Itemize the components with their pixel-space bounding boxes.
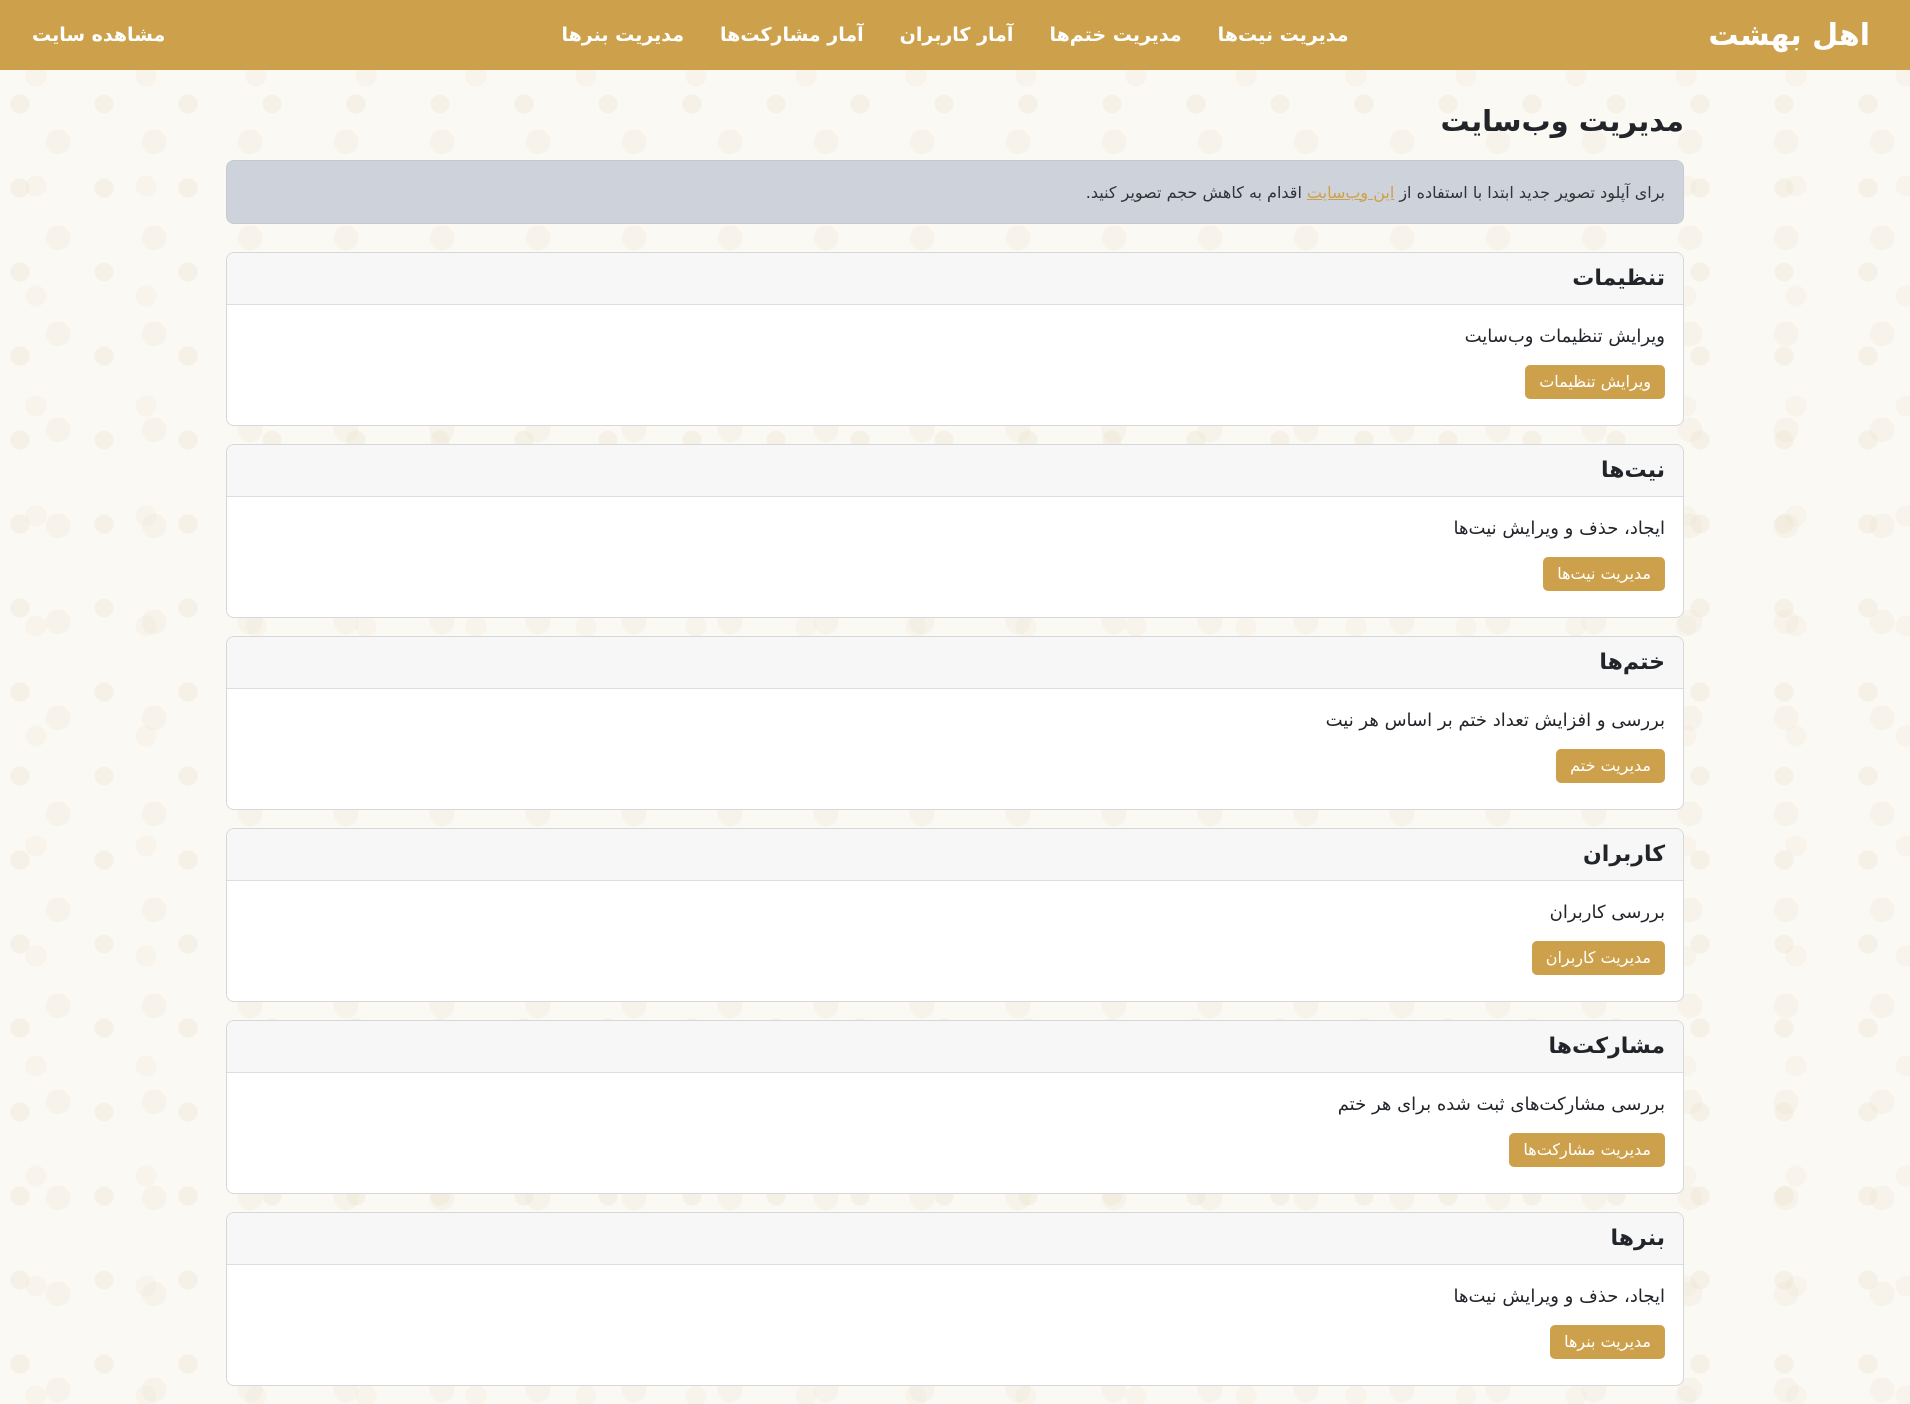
nav-link-banners-management[interactable]: مدیریت بنرها [561, 24, 684, 46]
khatms-card: ختم‌ها بررسی و افزایش تعداد ختم بر اساس … [226, 636, 1684, 810]
manage-banners-button[interactable]: مدیریت بنرها [1550, 1325, 1665, 1359]
nav-link-participation-stats[interactable]: آمار مشارکت‌ها [720, 24, 864, 46]
card-description: ایجاد، حذف و ویرایش نیت‌ها [1453, 518, 1665, 539]
participations-card: مشارکت‌ها بررسی مشارکت‌های ثبت شده برای … [226, 1020, 1684, 1194]
intentions-card: نیت‌ها ایجاد، حذف و ویرایش نیت‌ها مدیریت… [226, 444, 1684, 618]
card-header: تنظیمات [227, 253, 1683, 305]
nav-links: مدیریت نیت‌ها مدیریت ختم‌ها آمار کاربران… [561, 24, 1348, 46]
image-compression-link[interactable]: این وب‌سایت [1307, 183, 1394, 202]
card-header: مشارکت‌ها [227, 1021, 1683, 1073]
card-body: بررسی مشارکت‌های ثبت شده برای هر ختم مدی… [227, 1073, 1683, 1193]
card-body: بررسی و افزایش تعداد ختم بر اساس هر نیت … [227, 689, 1683, 809]
manage-users-button[interactable]: مدیریت کاربران [1531, 941, 1665, 975]
card-body: ایجاد، حذف و ویرایش نیت‌ها مدیریت نیت‌ها [227, 497, 1683, 617]
nav-link-khatm-management[interactable]: مدیریت ختم‌ها [1049, 24, 1181, 46]
edit-settings-button[interactable]: ویرایش تنظیمات [1525, 365, 1665, 399]
view-site-link[interactable]: مشاهده سایت [32, 24, 165, 46]
card-header: ختم‌ها [227, 637, 1683, 689]
main-content: مدیریت وب‌سایت برای آپلود تصویر جدید ابت… [226, 70, 1684, 1404]
manage-khatm-button[interactable]: مدیریت ختم [1556, 749, 1665, 783]
alert-text-after: اقدام به کاهش حجم تصویر کنید. [1085, 182, 1302, 202]
image-upload-alert: برای آپلود تصویر جدید ابتدا با استفاده ا… [226, 160, 1684, 224]
card-description: بررسی مشارکت‌های ثبت شده برای هر ختم [1337, 1094, 1665, 1115]
banners-card: بنرها ایجاد، حذف و ویرایش نیت‌ها مدیریت … [226, 1212, 1684, 1386]
nav-link-user-stats[interactable]: آمار کاربران [900, 24, 1014, 46]
card-body: ایجاد، حذف و ویرایش نیت‌ها مدیریت بنرها [227, 1265, 1683, 1385]
manage-participations-button[interactable]: مدیریت مشارکت‌ها [1509, 1133, 1665, 1167]
card-header: بنرها [227, 1213, 1683, 1265]
card-description: ویرایش تنظیمات وب‌سایت [1464, 326, 1665, 347]
card-header: نیت‌ها [227, 445, 1683, 497]
settings-card: تنظیمات ویرایش تنظیمات وب‌سایت ویرایش تن… [226, 252, 1684, 426]
page-title: مدیریت وب‌سایت [1440, 104, 1684, 138]
card-header: کاربران [227, 829, 1683, 881]
card-description: بررسی کاربران [1549, 902, 1665, 923]
card-body: ویرایش تنظیمات وب‌سایت ویرایش تنظیمات [227, 305, 1683, 425]
top-navbar: اهل بهشت مدیریت نیت‌ها مدیریت ختم‌ها آما… [0, 0, 1910, 70]
alert-text-before: برای آپلود تصویر جدید ابتدا با استفاده ا… [1399, 182, 1665, 202]
nav-link-intentions-management[interactable]: مدیریت نیت‌ها [1218, 24, 1349, 46]
card-description: بررسی و افزایش تعداد ختم بر اساس هر نیت [1325, 710, 1665, 731]
card-body: بررسی کاربران مدیریت کاربران [227, 881, 1683, 1001]
brand-logo[interactable]: اهل بهشت [1708, 18, 1870, 53]
manage-intentions-button[interactable]: مدیریت نیت‌ها [1543, 557, 1665, 591]
users-card: کاربران بررسی کاربران مدیریت کاربران [226, 828, 1684, 1002]
card-description: ایجاد، حذف و ویرایش نیت‌ها [1453, 1286, 1665, 1307]
